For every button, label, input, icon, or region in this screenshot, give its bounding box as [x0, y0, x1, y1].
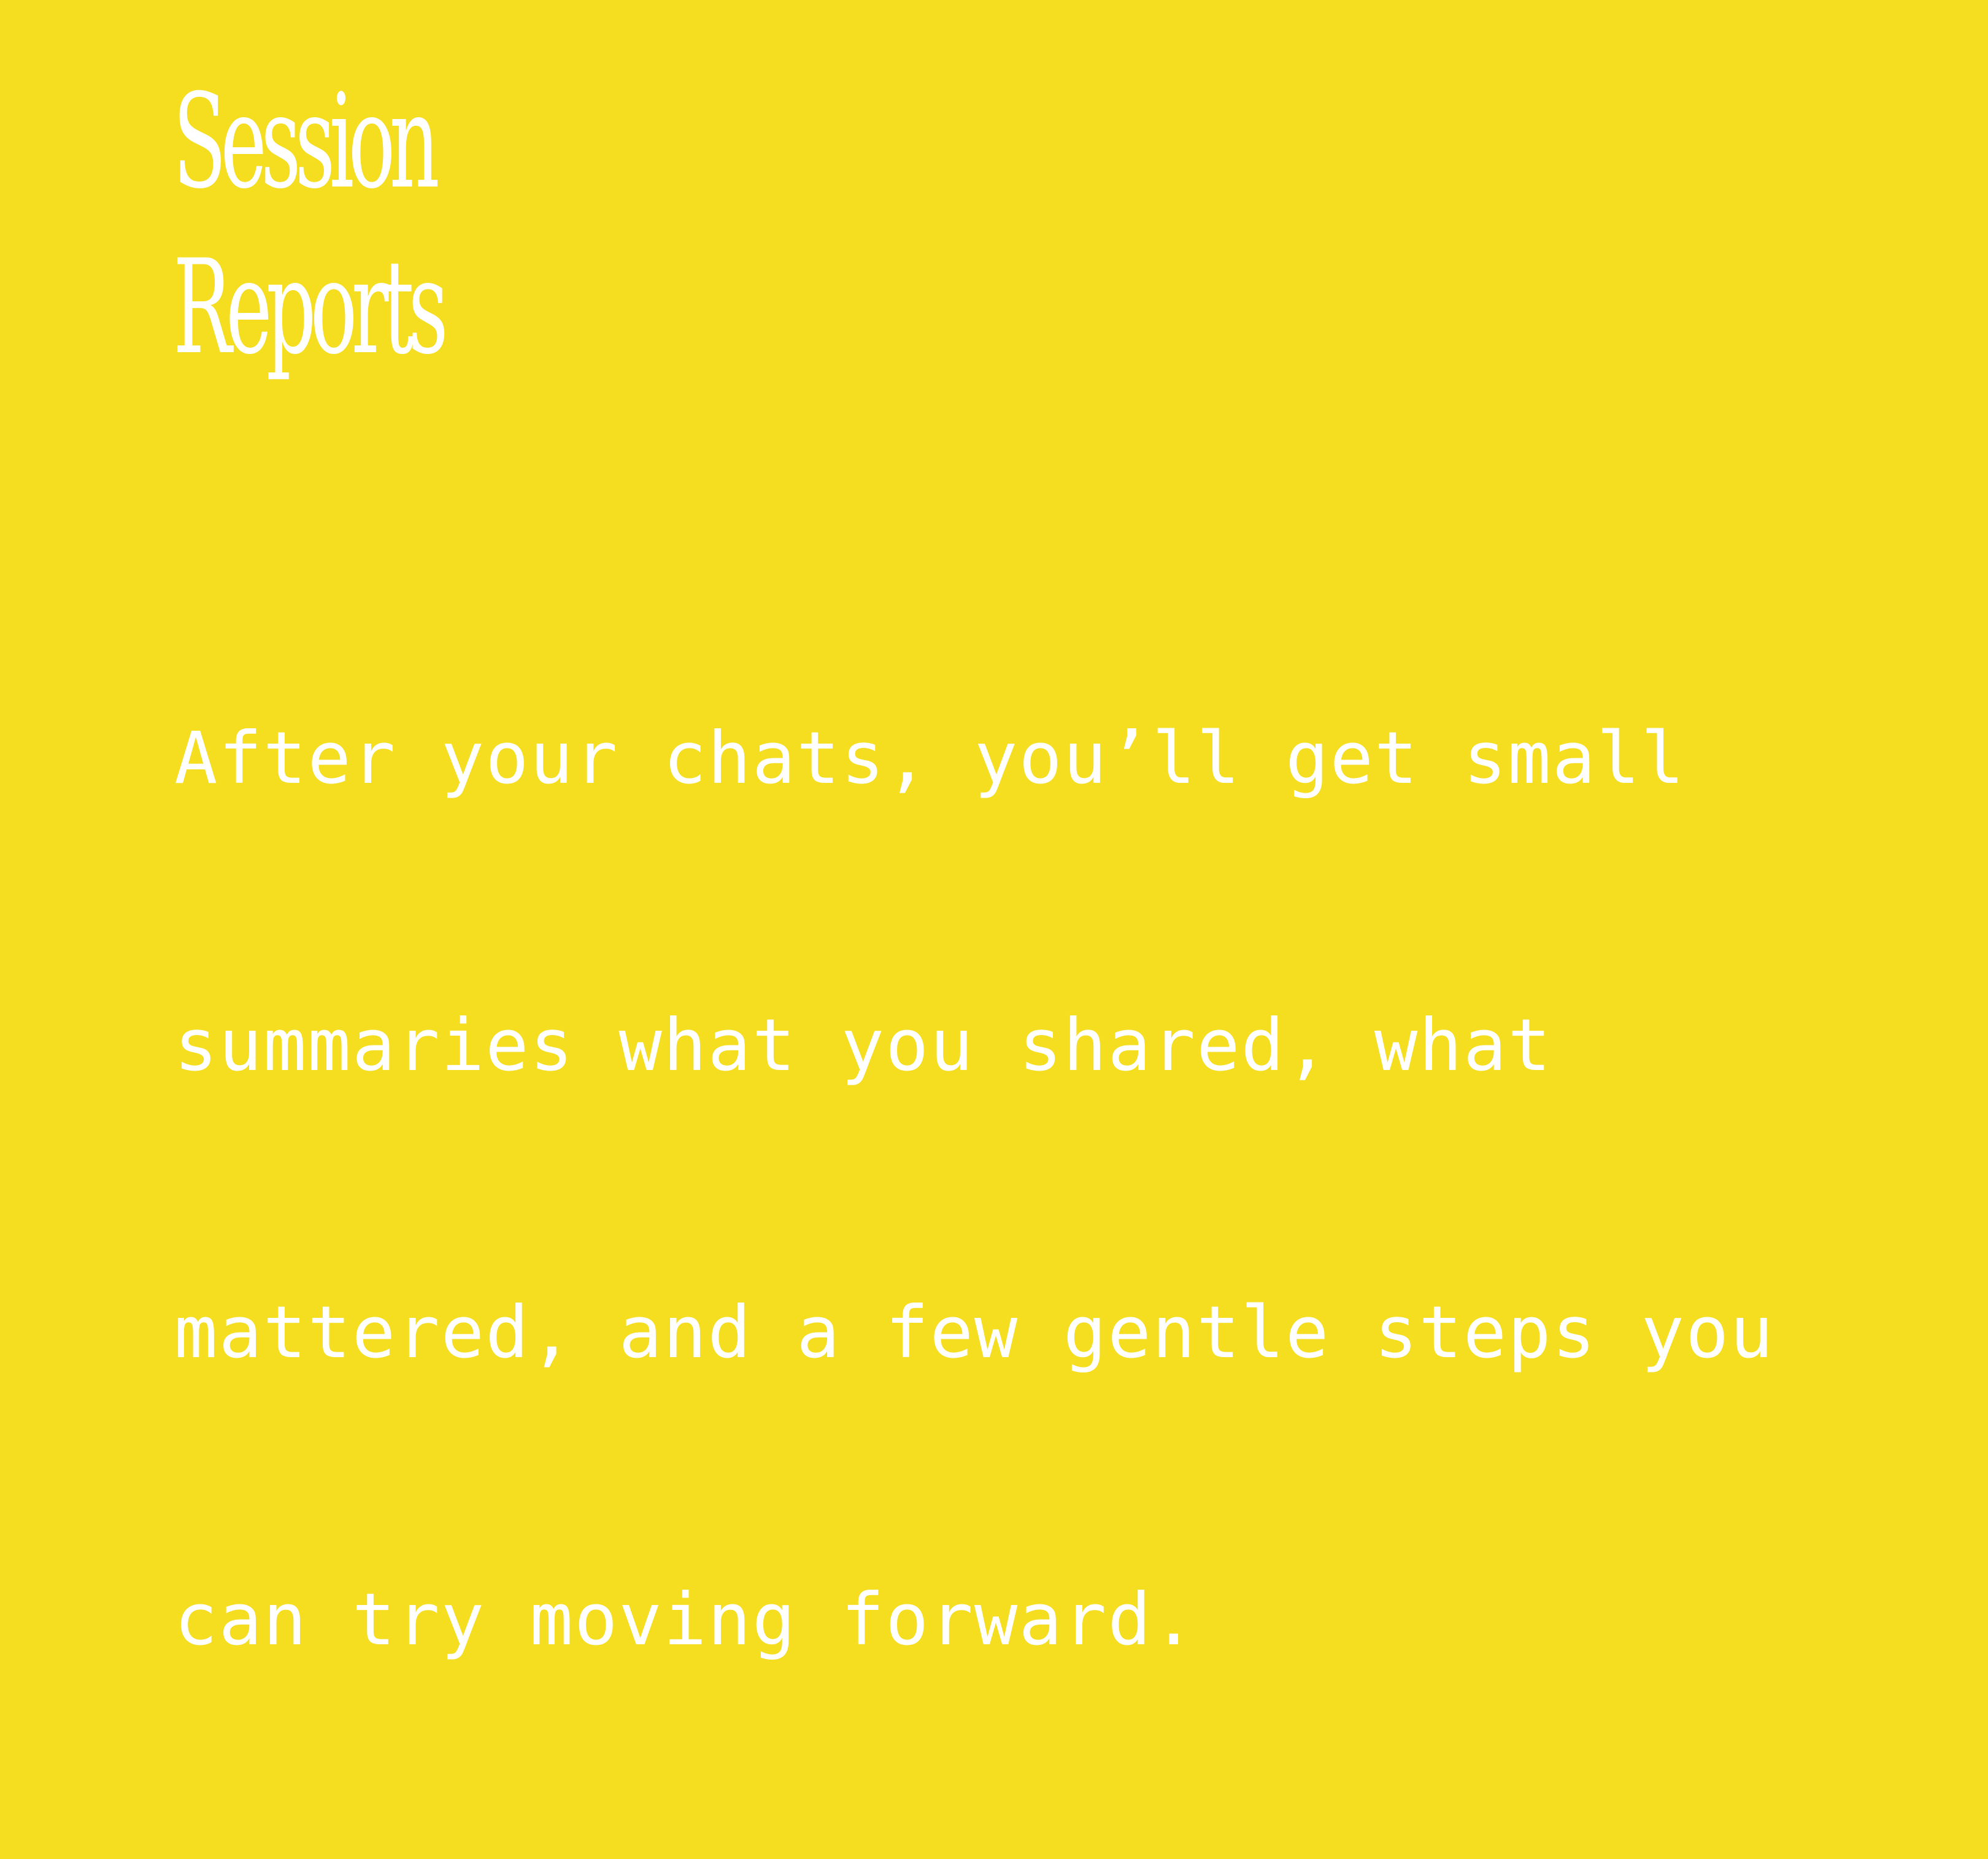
feature-title: Session Reports: [173, 59, 449, 390]
feature-description-line: mattered, and a few gentle steps you: [174, 1290, 1774, 1374]
feature-card: Session Reports After your chats, you’ll…: [0, 0, 1988, 1661]
feature-title-line: Session: [173, 66, 440, 217]
feature-description-line: can try moving forward.: [174, 1577, 1197, 1661]
feature-description: After your chats, you’ll get small summa…: [174, 519, 1954, 1859]
feature-title-line: Reports: [173, 231, 449, 383]
feature-description-line: After your chats, you’ll get small: [174, 716, 1686, 800]
feature-description-line: summaries what you shared, what: [174, 1003, 1552, 1087]
